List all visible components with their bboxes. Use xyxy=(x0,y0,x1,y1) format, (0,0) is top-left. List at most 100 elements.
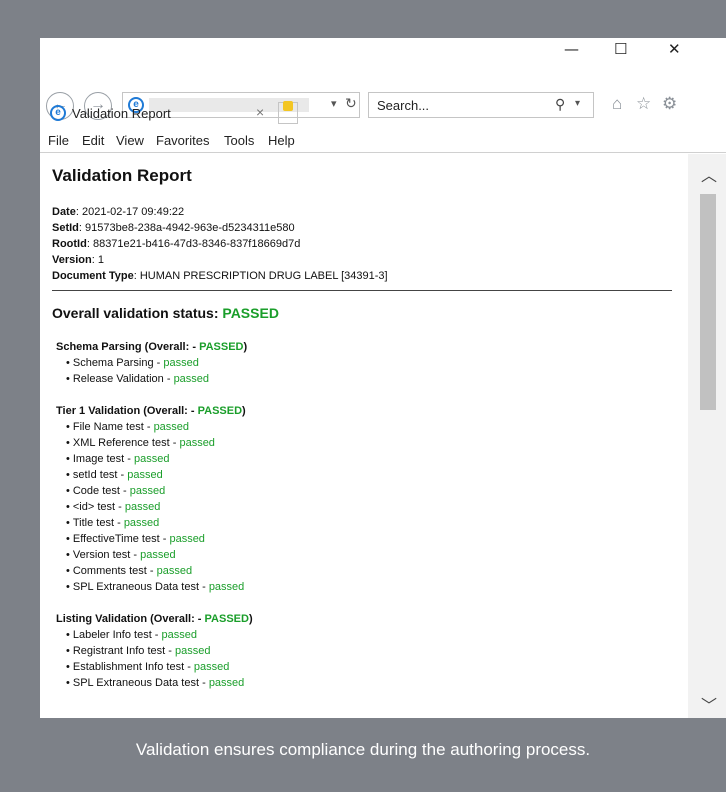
caption: Validation ensures compliance during the… xyxy=(135,740,591,759)
menu-file[interactable]: File xyxy=(48,133,69,148)
overall-status: Overall validation status: PASSED xyxy=(52,305,279,321)
menu-view[interactable]: View xyxy=(116,133,144,148)
list-item: • Registrant Info test - passed xyxy=(66,645,211,657)
meta-setid: SetId: 91573be8-238a-4942-963e-d5234311e… xyxy=(52,222,295,234)
test-name: Image test xyxy=(72,453,125,465)
test-result: passed xyxy=(156,565,193,577)
meta-label: Version xyxy=(52,254,92,266)
list-item: • Labeler Info test - passed xyxy=(66,629,198,641)
list-item: • Establishment Info test - passed xyxy=(66,661,230,673)
test-result: passed xyxy=(129,485,166,497)
scroll-thumb[interactable] xyxy=(700,194,716,410)
meta-rootid: RootId: 88371e21-b416-47d3-8346-837f1866… xyxy=(52,238,301,250)
list-item: • Schema Parsing - passed xyxy=(66,357,199,369)
meta-value: 1 xyxy=(97,254,104,266)
menu-tools[interactable]: Tools xyxy=(224,133,254,148)
list-item: • File Name test - passed xyxy=(66,421,190,433)
meta-label: Document Type xyxy=(52,270,134,282)
new-tab-icon xyxy=(283,101,293,111)
maximize-icon[interactable]: ☐ xyxy=(614,40,627,58)
list-item: • XML Reference test - passed xyxy=(66,437,215,449)
divider xyxy=(52,290,672,291)
list-item: • SPL Extraneous Data test - passed xyxy=(66,677,245,689)
test-name: SPL Extraneous Data test xyxy=(72,677,200,689)
list-item: • Version test - passed xyxy=(66,549,176,561)
browser-window: — ☐ ✕ ← → e ▾ ↻ Search... ⚲ ▾ ⌂ ☆ ⚙ e Va… xyxy=(40,38,726,718)
test-name: Establishment Info test xyxy=(72,661,185,673)
meta-label: Date xyxy=(52,206,76,218)
test-result: passed xyxy=(173,373,210,385)
list-item: • Release Validation - passed xyxy=(66,373,210,385)
test-name: Labeler Info test xyxy=(72,629,152,641)
list-item: • setId test - passed xyxy=(66,469,163,481)
list-item: • Comments test - passed xyxy=(66,565,193,577)
overall-label: Overall validation status: xyxy=(52,305,219,321)
test-result: passed xyxy=(140,549,176,561)
section-status: PASSED xyxy=(204,613,249,625)
page-title: Validation Report xyxy=(52,166,192,185)
test-name: Release Validation xyxy=(72,373,164,385)
test-name: Registrant Info test xyxy=(72,645,166,657)
test-result: passed xyxy=(163,357,199,369)
close-tab-icon[interactable]: × xyxy=(256,104,264,120)
list-item: • Image test - passed xyxy=(66,453,170,465)
status-badge: PASSED xyxy=(222,305,279,321)
test-name: Comments test xyxy=(72,565,147,577)
test-name: setId test xyxy=(72,469,118,481)
page-content: Validation Report Date: 2021-02-17 09:49… xyxy=(40,154,688,718)
menu-edit[interactable]: Edit xyxy=(82,133,104,148)
meta-label: RootId xyxy=(52,238,87,250)
list-item: • <id> test - passed xyxy=(66,501,161,513)
section-title: Schema Parsing (Overall: - xyxy=(56,341,200,353)
test-name: EffectiveTime test xyxy=(72,533,160,545)
meta-value: 91573be8-238a-4942-963e-d5234311e580 xyxy=(85,222,295,234)
test-name: Schema Parsing xyxy=(72,357,154,369)
address-bar-row: ← → e ▾ ↻ Search... ⚲ ▾ ⌂ ☆ ⚙ xyxy=(40,64,726,120)
test-result: passed xyxy=(179,437,215,449)
menu-help[interactable]: Help xyxy=(268,133,295,148)
section-tier1-validation: Tier 1 Validation (Overall: - PASSED) xyxy=(56,405,246,417)
meta-value: 2021-02-17 09:49:22 xyxy=(81,206,185,218)
test-result: passed xyxy=(174,645,211,657)
list-item: • SPL Extraneous Data test - passed xyxy=(66,581,245,593)
list-item: • EffectiveTime test - passed xyxy=(66,533,205,545)
tab-strip: e Validation Report × xyxy=(40,100,726,128)
section-title: Listing Validation (Overall: - xyxy=(56,613,205,625)
meta-value: HUMAN PRESCRIPTION DRUG LABEL [34391-3] xyxy=(139,270,388,282)
section-title: Tier 1 Validation (Overall: - xyxy=(56,405,198,417)
list-item: • Code test - passed xyxy=(66,485,166,497)
scroll-down-icon[interactable]: ﹀ xyxy=(701,692,717,716)
title-bar: — ☐ ✕ xyxy=(40,38,726,62)
menu-bar: File Edit View Favorites Tools Help xyxy=(40,130,726,153)
test-result: passed xyxy=(127,469,163,481)
tab-label: Validation Report xyxy=(72,106,171,121)
close-icon[interactable]: ✕ xyxy=(668,40,681,58)
section-status: PASSED xyxy=(199,341,244,353)
tab-validation-report[interactable]: e Validation Report × xyxy=(46,100,278,128)
section-listing-validation: Listing Validation (Overall: - PASSED) xyxy=(56,613,253,625)
test-result: passed xyxy=(161,629,198,641)
meta-date: Date: 2021-02-17 09:49:22 xyxy=(52,206,185,218)
test-result: passed xyxy=(169,533,205,545)
section-status: PASSED xyxy=(197,405,243,417)
meta-document-type: Document Type: HUMAN PRESCRIPTION DRUG L… xyxy=(52,270,388,282)
meta-value: 88371e21-b416-47d3-8346-837f18669d7d xyxy=(92,238,301,250)
section-schema-parsing: Schema Parsing (Overall: - PASSED) xyxy=(56,341,248,353)
test-result: passed xyxy=(193,661,230,673)
list-item: • Title test - passed xyxy=(66,517,160,529)
meta-label: SetId xyxy=(52,222,79,234)
test-name: SPL Extraneous Data test xyxy=(72,581,200,593)
test-result: passed xyxy=(208,581,245,593)
scroll-up-icon[interactable]: ︿ xyxy=(701,162,717,186)
vertical-scrollbar[interactable]: ︿ ﹀ xyxy=(688,154,726,718)
new-tab-button[interactable] xyxy=(278,101,298,124)
test-result: passed xyxy=(124,501,161,513)
test-name: <id> test xyxy=(72,501,116,513)
menu-favorites[interactable]: Favorites xyxy=(156,133,209,148)
minimize-icon[interactable]: — xyxy=(564,40,579,58)
test-name: XML Reference test xyxy=(72,437,170,449)
test-name: Version test xyxy=(72,549,131,561)
test-result: passed xyxy=(153,421,190,433)
test-result: passed xyxy=(123,517,160,529)
meta-version: Version: 1 xyxy=(52,254,104,266)
